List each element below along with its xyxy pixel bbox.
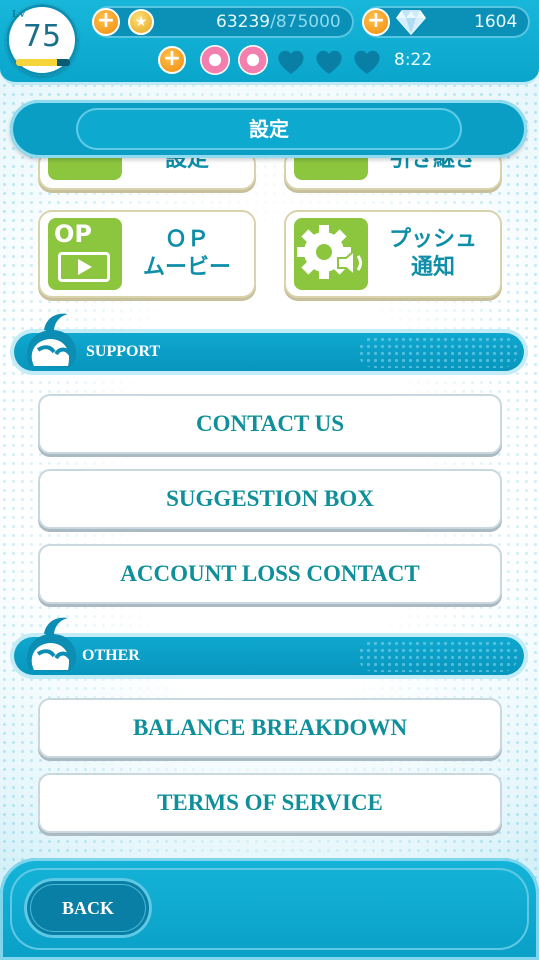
heart-empty-icon bbox=[278, 50, 304, 74]
op-movie-icon: OP bbox=[48, 218, 122, 290]
mascot-head-icon bbox=[26, 313, 77, 368]
level-progress-bar bbox=[16, 59, 70, 66]
section-header-support: SUPPORT bbox=[14, 333, 524, 371]
back-button[interactable]: BACK bbox=[24, 878, 152, 938]
section-label: SUPPORT bbox=[86, 343, 161, 360]
tile-label: プッシュ 通知 bbox=[388, 227, 477, 280]
mascot-head-icon bbox=[26, 617, 77, 672]
star-coin-icon: ★ bbox=[128, 9, 154, 35]
page-title: 設定 bbox=[76, 108, 462, 150]
op-movie-tile[interactable]: OP ＯＰ ムービー bbox=[38, 210, 256, 298]
play-screen-icon bbox=[58, 252, 110, 282]
heart-full-icon bbox=[200, 45, 230, 75]
gems-value: 1604 bbox=[474, 12, 518, 32]
terms-of-service-button[interactable]: TERMS OF SERVICE bbox=[38, 773, 502, 833]
balance-breakdown-button[interactable]: BALANCE BREAKDOWN bbox=[38, 698, 502, 758]
section-header-other: OTHER bbox=[14, 637, 524, 675]
diamond-icon bbox=[396, 10, 426, 35]
add-coins-button[interactable]: + bbox=[92, 8, 120, 36]
add-stamina-button[interactable]: + bbox=[158, 46, 186, 74]
push-notification-tile[interactable]: プッシュ 通知 bbox=[284, 210, 502, 298]
op-icon-text: OP bbox=[54, 220, 92, 248]
tile-label: ＯＰ ムービー bbox=[142, 227, 231, 280]
stamina-timer: 8:22 bbox=[394, 50, 433, 70]
status-bar: Lv 75 + ★ 63239/875000 + 1604 + 8:22 bbox=[0, 0, 539, 85]
heart-empty-icon bbox=[316, 50, 342, 74]
contact-us-button[interactable]: CONTACT US bbox=[38, 394, 502, 454]
heart-full-icon bbox=[238, 45, 268, 75]
account-loss-contact-button[interactable]: ACCOUNT LOSS CONTACT bbox=[38, 544, 502, 604]
title-bar: 設定 bbox=[10, 100, 527, 158]
section-label: OTHER bbox=[82, 647, 140, 664]
heart-empty-icon bbox=[354, 50, 380, 74]
level-number: 75 bbox=[22, 19, 62, 54]
level-badge: Lv 75 bbox=[6, 4, 78, 76]
coins-current: 63239 bbox=[216, 12, 271, 32]
coins-value: 63239/875000 bbox=[216, 12, 341, 32]
gear-speaker-icon bbox=[294, 218, 368, 290]
coins-max: /875000 bbox=[270, 12, 341, 32]
add-gems-button[interactable]: + bbox=[362, 8, 390, 36]
suggestion-box-button[interactable]: SUGGESTION BOX bbox=[38, 469, 502, 529]
